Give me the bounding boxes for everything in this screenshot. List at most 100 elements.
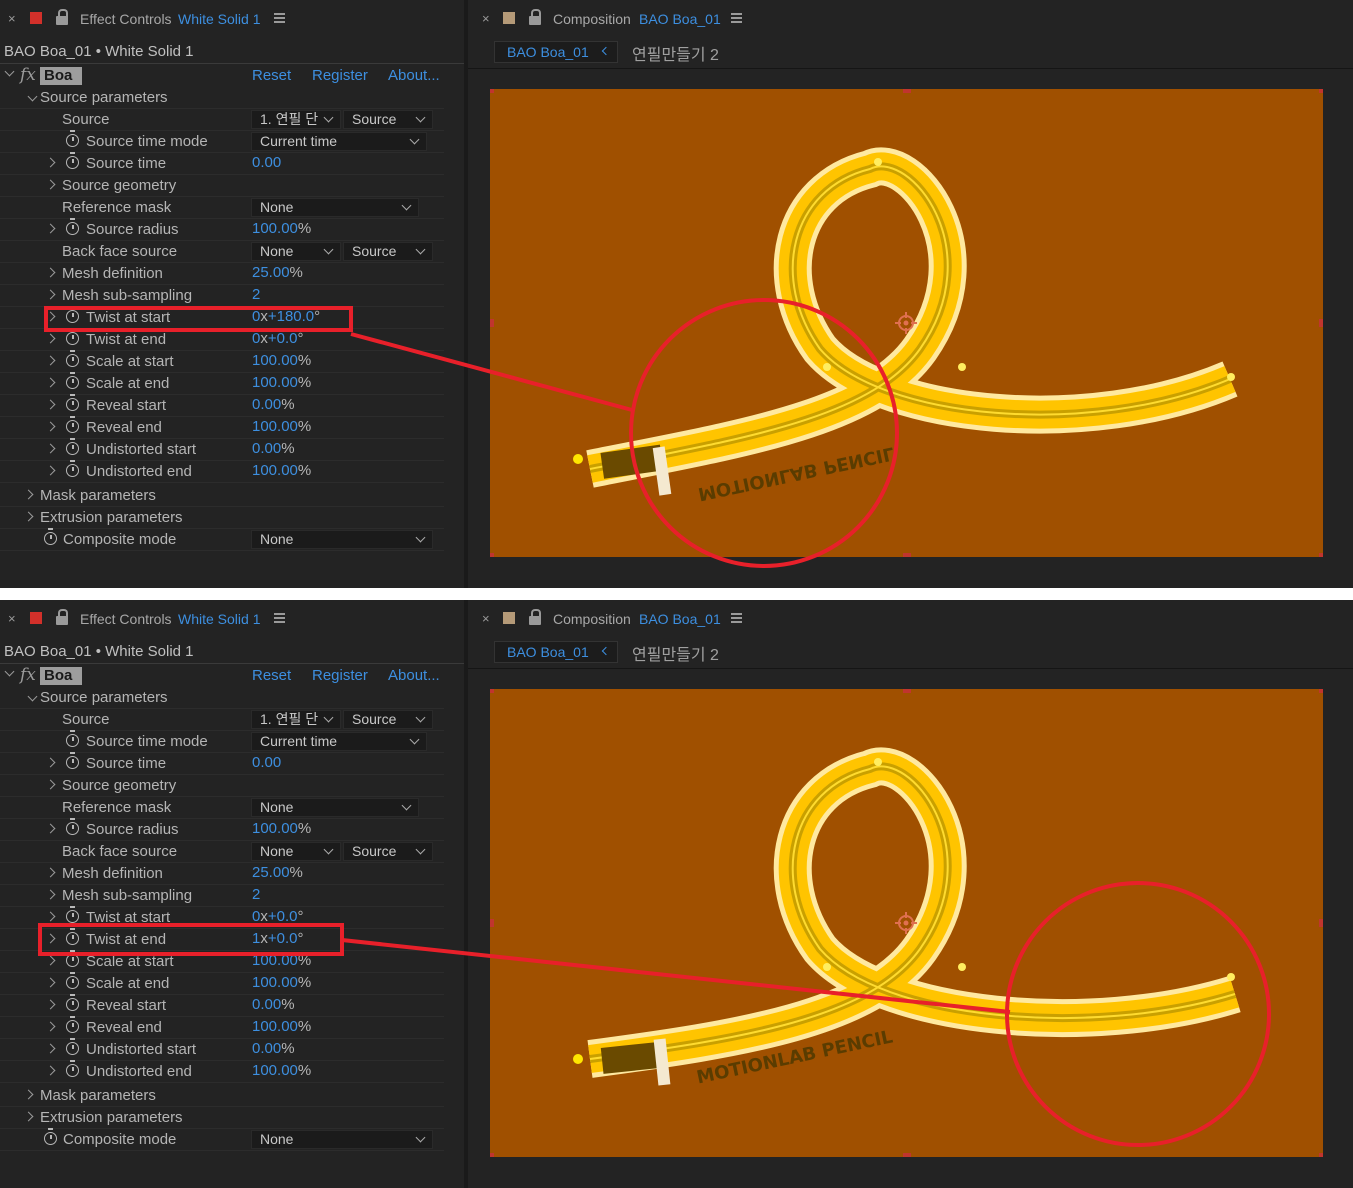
source-time-value[interactable]: 0.00: [252, 754, 281, 771]
source-mode-dropdown[interactable]: Source: [343, 110, 433, 129]
chevron-right-icon[interactable]: [45, 311, 56, 322]
layer-handle[interactable]: [1319, 319, 1323, 327]
close-icon[interactable]: ×: [482, 11, 490, 27]
chevron-right-icon[interactable]: [45, 443, 56, 454]
panel-title[interactable]: Composition: [553, 611, 631, 627]
source-time-value[interactable]: 0.00: [252, 154, 281, 171]
panel-menu-icon[interactable]: [274, 13, 285, 23]
stopwatch-icon[interactable]: [66, 130, 79, 147]
composite-mode-dropdown[interactable]: None: [251, 1130, 433, 1149]
composition-viewer[interactable]: MOTIONLAB PENCIL: [490, 689, 1323, 1157]
chevron-right-icon[interactable]: [23, 1111, 34, 1122]
chevron-right-icon[interactable]: [45, 955, 56, 966]
panel-menu-icon[interactable]: [274, 613, 285, 623]
scale-at-end-value[interactable]: 100.00%: [252, 974, 311, 991]
chevron-right-icon[interactable]: [45, 267, 56, 278]
param-source-geometry[interactable]: Source geometry: [0, 775, 444, 797]
group-source-parameters[interactable]: Source parameters: [0, 687, 444, 709]
chevron-right-icon[interactable]: [45, 867, 56, 878]
reset-link[interactable]: Reset: [252, 67, 291, 84]
stopwatch-icon[interactable]: [66, 1038, 79, 1055]
layer-handle[interactable]: [903, 89, 911, 93]
stopwatch-icon[interactable]: [66, 306, 79, 323]
chevron-right-icon[interactable]: [45, 399, 56, 410]
chevron-right-icon[interactable]: [45, 823, 56, 834]
chevron-down-icon[interactable]: [27, 691, 38, 702]
stopwatch-icon[interactable]: [66, 994, 79, 1011]
effect-name[interactable]: Boa: [40, 67, 82, 85]
close-icon[interactable]: ×: [8, 611, 16, 627]
chevron-right-icon[interactable]: [45, 999, 56, 1010]
chevron-right-icon[interactable]: [45, 179, 56, 190]
scale-at-end-value[interactable]: 100.00%: [252, 374, 311, 391]
reveal-start-value[interactable]: 0.00%: [252, 996, 295, 1013]
fx-icon[interactable]: fx: [20, 65, 36, 85]
lock-icon[interactable]: [56, 609, 68, 625]
stopwatch-icon[interactable]: [66, 350, 79, 367]
chevron-right-icon[interactable]: [45, 911, 56, 922]
twist-at-start-value[interactable]: 0x+180.0°: [252, 308, 320, 325]
chevron-down-icon[interactable]: [4, 66, 15, 77]
stopwatch-icon[interactable]: [66, 906, 79, 923]
group-extrusion-parameters[interactable]: Extrusion parameters: [0, 507, 444, 529]
chevron-right-icon[interactable]: [45, 421, 56, 432]
register-link[interactable]: Register: [312, 667, 368, 684]
panel-layer-name[interactable]: White Solid 1: [178, 611, 260, 627]
chevron-right-icon[interactable]: [45, 355, 56, 366]
source-radius-value[interactable]: 100.00%: [252, 820, 311, 837]
panel-layer-name[interactable]: White Solid 1: [178, 11, 260, 27]
chevron-right-icon[interactable]: [45, 1021, 56, 1032]
layer-handle[interactable]: [1319, 919, 1323, 927]
close-icon[interactable]: ×: [8, 11, 16, 27]
chevron-right-icon[interactable]: [45, 889, 56, 900]
layer-handle[interactable]: [1319, 89, 1323, 93]
reset-link[interactable]: Reset: [252, 667, 291, 684]
layer-handle[interactable]: [903, 553, 911, 557]
scale-at-start-value[interactable]: 100.00%: [252, 352, 311, 369]
group-source-parameters[interactable]: Source parameters: [0, 87, 444, 109]
scale-at-start-value[interactable]: 100.00%: [252, 952, 311, 969]
layer-handle[interactable]: [490, 1153, 494, 1157]
stopwatch-icon[interactable]: [66, 1060, 79, 1077]
reveal-end-value[interactable]: 100.00%: [252, 418, 311, 435]
source-layer-dropdown[interactable]: 1. 연필 단: [251, 110, 341, 129]
panel-title[interactable]: Composition: [553, 11, 631, 27]
layer-handle[interactable]: [490, 89, 494, 93]
stopwatch-icon[interactable]: [66, 460, 79, 477]
stopwatch-icon[interactable]: [66, 152, 79, 169]
chevron-right-icon[interactable]: [45, 377, 56, 388]
group-extrusion-parameters[interactable]: Extrusion parameters: [0, 1107, 444, 1129]
stopwatch-icon[interactable]: [66, 328, 79, 345]
comp-tab-other[interactable]: 연필만들기 2: [632, 641, 719, 665]
chevron-right-icon[interactable]: [45, 933, 56, 944]
lock-icon[interactable]: [529, 9, 541, 25]
stopwatch-icon[interactable]: [66, 972, 79, 989]
stopwatch-icon[interactable]: [66, 730, 79, 747]
layer-handle[interactable]: [490, 689, 494, 693]
stopwatch-icon[interactable]: [66, 438, 79, 455]
chevron-down-icon[interactable]: [4, 666, 15, 677]
fx-icon[interactable]: fx: [20, 665, 36, 685]
panel-menu-icon[interactable]: [731, 13, 742, 23]
layer-handle[interactable]: [903, 1153, 911, 1157]
chevron-right-icon[interactable]: [45, 465, 56, 476]
chevron-right-icon[interactable]: [45, 289, 56, 300]
stopwatch-icon[interactable]: [66, 752, 79, 769]
twist-at-end-value[interactable]: 0x+0.0°: [252, 330, 303, 347]
group-mask-parameters[interactable]: Mask parameters: [0, 485, 444, 507]
reference-mask-dropdown[interactable]: None: [251, 798, 419, 817]
layer-handle[interactable]: [490, 319, 494, 327]
chevron-down-icon[interactable]: [27, 91, 38, 102]
stopwatch-icon[interactable]: [66, 416, 79, 433]
chevron-right-icon[interactable]: [23, 511, 34, 522]
source-mode-dropdown[interactable]: Source: [343, 710, 433, 729]
about-link[interactable]: About...: [388, 67, 440, 84]
stopwatch-icon[interactable]: [44, 1128, 57, 1145]
undistorted-end-value[interactable]: 100.00%: [252, 462, 311, 479]
layer-handle[interactable]: [1319, 553, 1323, 557]
stopwatch-icon[interactable]: [66, 1016, 79, 1033]
chevron-right-icon[interactable]: [23, 489, 34, 500]
undistorted-start-value[interactable]: 0.00%: [252, 440, 295, 457]
back-face-layer-dropdown[interactable]: None: [251, 242, 341, 261]
mesh-sub-sampling-value[interactable]: 2: [252, 886, 260, 903]
